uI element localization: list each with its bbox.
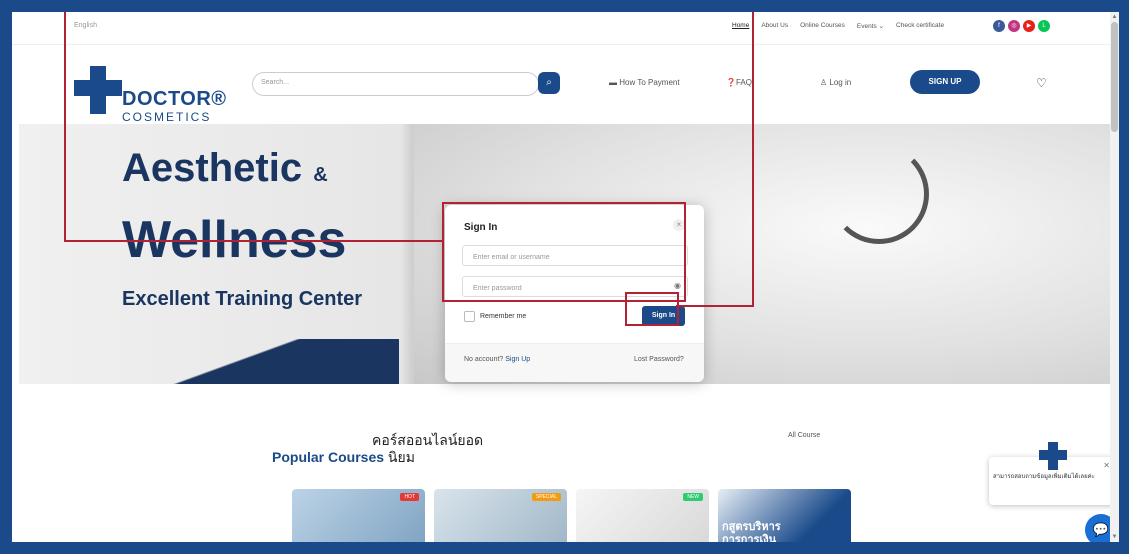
nav-check-certificate[interactable]: Check certificate [896, 22, 944, 30]
nav-online-courses[interactable]: Online Courses [800, 22, 845, 30]
section-title-thai-suffix: นิยม [387, 449, 415, 465]
search-button[interactable]: ⌕ [538, 72, 560, 94]
payment-card-icon: ▬ [609, 78, 617, 87]
nav-home[interactable]: Home [732, 22, 749, 30]
user-icon: ♙ [820, 78, 828, 87]
remember-label: Remember me [480, 313, 527, 320]
no-account-text: No account? Sign Up [464, 356, 530, 363]
social-links: f ◎ ▶ L [993, 20, 1050, 32]
scroll-down-icon[interactable]: ▼ [1111, 533, 1118, 541]
callout-line-right-horizontal [676, 305, 754, 307]
language-selector[interactable]: English [74, 22, 97, 29]
instagram-icon[interactable]: ◎ [1008, 20, 1020, 32]
logo-subtext: COSMETICS [122, 110, 212, 124]
browser-viewport: English Home About Us Online Courses Eve… [12, 12, 1110, 542]
how-to-payment-label: How To Payment [619, 78, 680, 87]
wishlist-heart-icon[interactable]: ♡ [1036, 76, 1047, 90]
highlight-sign-in-button [625, 292, 679, 326]
logo-text[interactable]: DOCTOR® [122, 88, 227, 111]
scrollbar-thumb[interactable] [1111, 22, 1118, 132]
stethoscope-shape [829, 144, 929, 244]
chat-bubble-icon[interactable]: 💬 [1085, 514, 1110, 542]
signup-button[interactable]: SIGN UP [910, 70, 980, 94]
top-bar: English Home About Us Online Courses Eve… [12, 12, 1110, 45]
hot-badge: HOT [400, 493, 419, 501]
callout-line-right-vertical [752, 12, 754, 307]
vertical-scrollbar[interactable]: ▲ ▼ [1110, 12, 1119, 542]
nav-events-label: Events [856, 23, 877, 30]
search-icon: ⌕ [546, 77, 552, 88]
hero-slant-decoration [19, 339, 399, 384]
nav-events[interactable]: Events ⌄ [857, 22, 884, 30]
nav-about-us[interactable]: About Us [761, 22, 788, 30]
all-course-link[interactable]: All Course [788, 432, 820, 439]
hero-heading-aesthetic: Aesthetic [122, 146, 303, 190]
chat-popup-text: สามารถสอบถามข้อมูลเพิ่มเติมได้เลยค่ะ [993, 474, 1095, 480]
close-icon[interactable]: ✕ [1103, 461, 1110, 470]
card-thai-title: กสูตรบริหาร การการเงิน [722, 521, 781, 542]
modal-footer: No account? Sign Up Lost Password? [445, 343, 704, 382]
callout-line-left-horizontal [64, 240, 444, 242]
login-link[interactable]: ♙ Log in [820, 78, 851, 87]
question-icon: ❓ [726, 78, 736, 87]
main-header: DOCTOR® COSMETICS Search... ⌕ ▬ How To P… [12, 44, 1110, 124]
course-card[interactable]: SPECIAL [434, 489, 567, 542]
sign-up-link[interactable]: Sign Up [505, 356, 530, 363]
top-nav: Home About Us Online Courses Events ⌄ Ch… [732, 22, 944, 30]
line-icon[interactable]: L [1038, 20, 1050, 32]
no-account-label: No account? [464, 356, 504, 363]
remember-me[interactable]: Remember me [464, 311, 526, 322]
logo-cross-icon[interactable] [74, 66, 122, 114]
section-title: Popular Courses นิยม [272, 447, 415, 469]
hero-heading-line1: Aesthetic & [122, 146, 328, 191]
callout-line-left-vertical [64, 12, 66, 242]
faq-link[interactable]: ❓FAQ [726, 78, 752, 87]
new-badge: NEW [683, 493, 703, 501]
youtube-icon[interactable]: ▶ [1023, 20, 1035, 32]
chat-logo-cross-icon [1039, 442, 1067, 470]
course-card[interactable]: HOT [292, 489, 425, 542]
search-input[interactable]: Search... [252, 72, 539, 96]
scroll-up-icon[interactable]: ▲ [1111, 13, 1118, 21]
facebook-icon[interactable]: f [993, 20, 1005, 32]
highlight-login-fields [442, 202, 686, 302]
login-label: Log in [829, 78, 852, 87]
special-badge: SPECIAL [531, 493, 561, 501]
chevron-down-icon: ⌄ [878, 23, 885, 30]
course-card[interactable]: กสูตรบริหาร การการเงิน [718, 489, 851, 542]
lost-password-link[interactable]: Lost Password? [634, 356, 684, 363]
remember-checkbox[interactable] [464, 311, 475, 322]
hero-subheading: Excellent Training Center [122, 288, 363, 310]
section-title-en: Popular Courses [272, 449, 385, 465]
faq-label: FAQ [735, 78, 752, 87]
course-card[interactable]: NEW [576, 489, 709, 542]
how-to-payment-link[interactable]: ▬ How To Payment [609, 78, 680, 87]
hero-heading-amp: & [313, 164, 328, 186]
search-placeholder: Search... [261, 79, 290, 86]
